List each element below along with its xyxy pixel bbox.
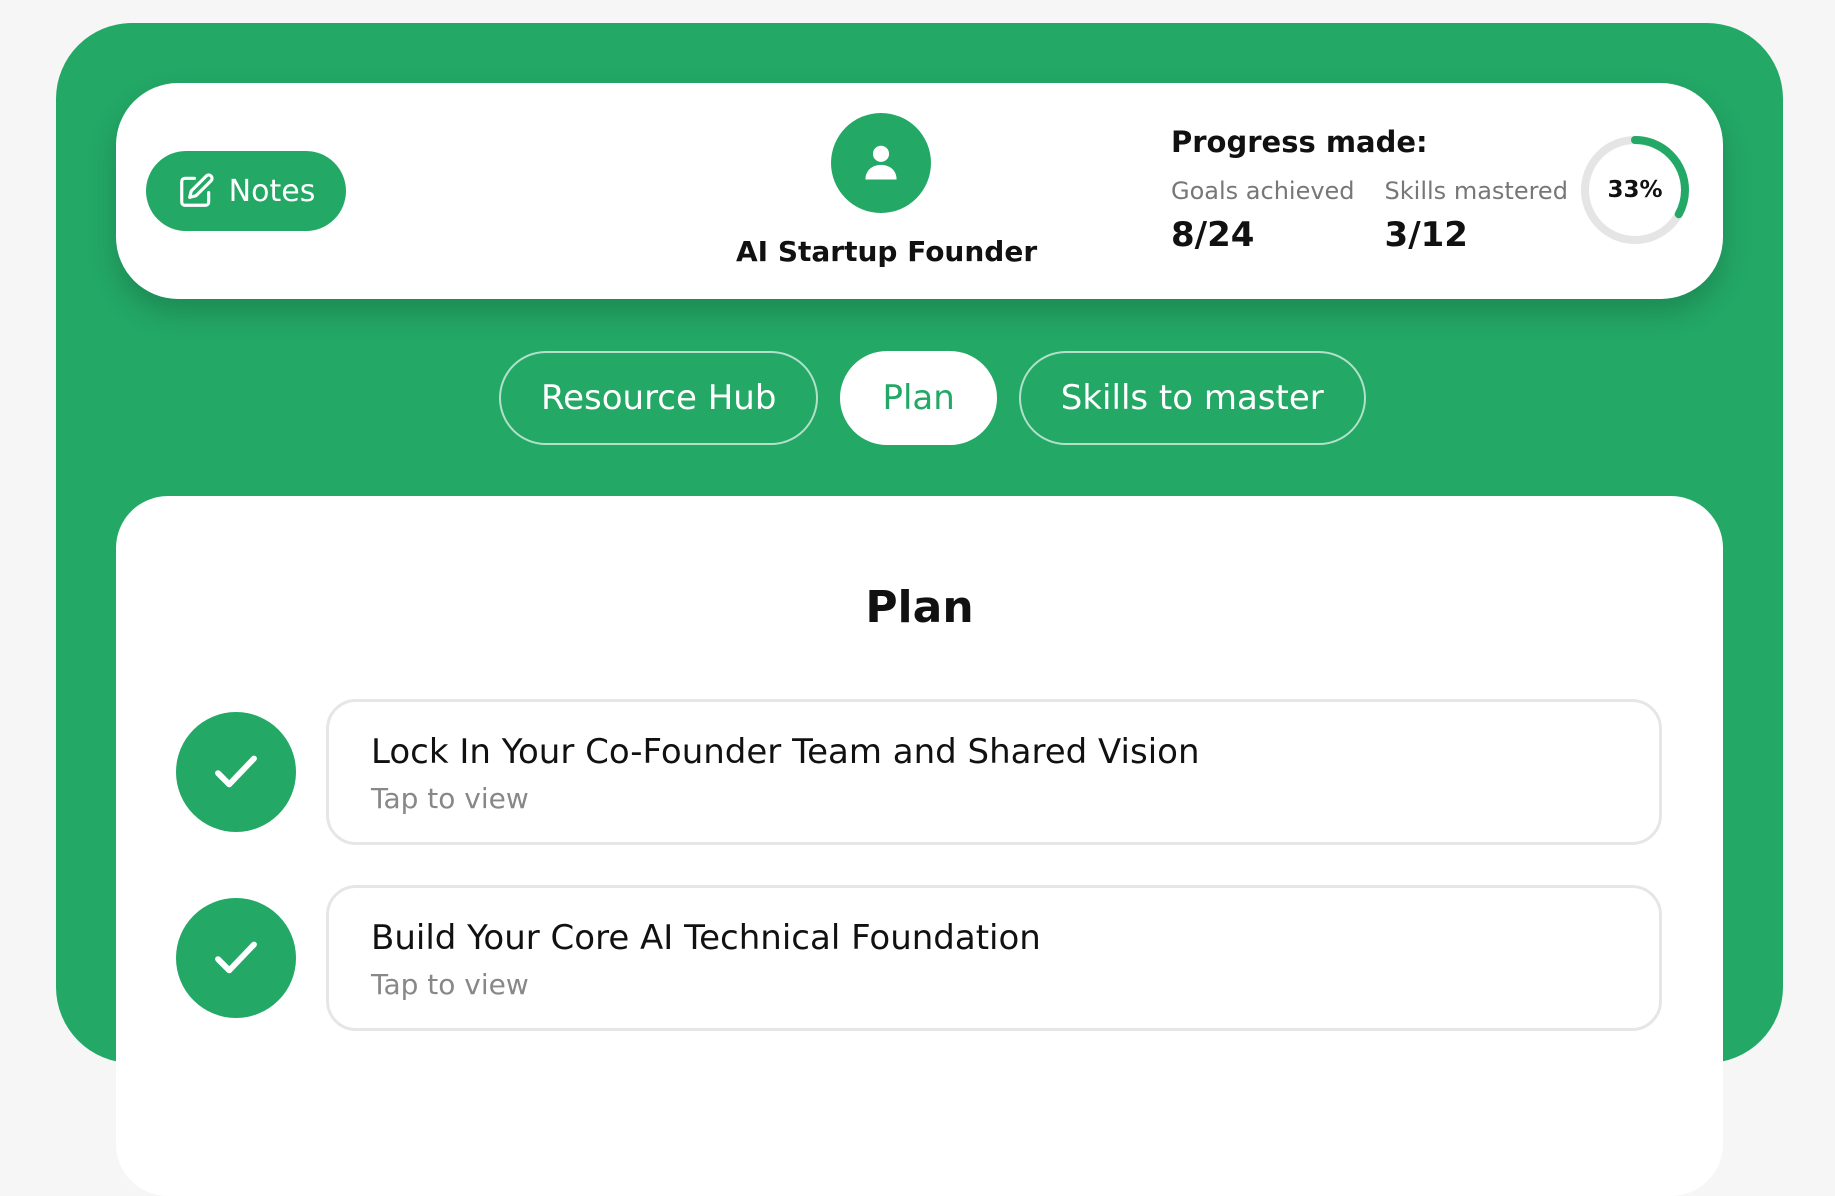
checkmark-icon	[215, 755, 257, 788]
completed-checkbox[interactable]	[176, 898, 296, 1018]
tab-resource-hub[interactable]: Resource Hub	[499, 351, 819, 445]
skills-label: Skills mastered	[1384, 177, 1568, 205]
plan-row: Lock In Your Co-Founder Team and Shared …	[176, 699, 1666, 845]
goals-label: Goals achieved	[1171, 177, 1355, 205]
edit-pencil-icon	[179, 173, 214, 207]
tab-plan[interactable]: Plan	[840, 351, 997, 445]
plan-item-title: Build Your Core AI Technical Foundation	[371, 918, 1041, 958]
progress-percent: 33%	[1607, 177, 1663, 203]
skills-value: 3/12	[1384, 215, 1468, 255]
user-icon	[865, 145, 897, 180]
role-title: AI Startup Founder	[736, 235, 1038, 268]
progress-title: Progress made:	[1171, 125, 1428, 159]
checkmark-icon	[215, 941, 257, 974]
plan-card: Plan Lock In Your Co-Founder Team and Sh…	[116, 496, 1723, 1196]
header-card: Notes AI Startup Founder Progress made: …	[116, 83, 1723, 299]
plan-item-card[interactable]: Lock In Your Co-Founder Team and Shared …	[326, 699, 1662, 845]
progress-summary: Progress made: Goals achieved 8/24 Skill…	[1171, 125, 1591, 255]
skills-stat: Skills mastered 3/12	[1385, 177, 1568, 255]
goals-value: 8/24	[1171, 215, 1255, 255]
completed-checkbox[interactable]	[176, 712, 296, 832]
plan-item-card[interactable]: Build Your Core AI Technical Foundation …	[326, 885, 1662, 1031]
notes-button[interactable]: Notes	[146, 151, 346, 231]
app-frame: Notes AI Startup Founder Progress made: …	[56, 23, 1783, 1196]
progress-ring: 33%	[1578, 133, 1692, 247]
plan-item-subtitle: Tap to view	[371, 782, 529, 815]
plan-item-title: Lock In Your Co-Founder Team and Shared …	[371, 732, 1200, 772]
notes-label: Notes	[228, 173, 316, 209]
plan-title: Plan	[865, 582, 974, 633]
profile: AI Startup Founder	[736, 113, 1038, 268]
goals-stat: Goals achieved 8/24	[1171, 177, 1355, 255]
avatar	[831, 113, 931, 213]
plan-row: Build Your Core AI Technical Foundation …	[176, 885, 1666, 1031]
tab-bar: Resource Hub Plan Skills to master	[499, 351, 1366, 445]
plan-item-subtitle: Tap to view	[371, 968, 529, 1001]
tab-skills-to-master[interactable]: Skills to master	[1018, 351, 1366, 445]
